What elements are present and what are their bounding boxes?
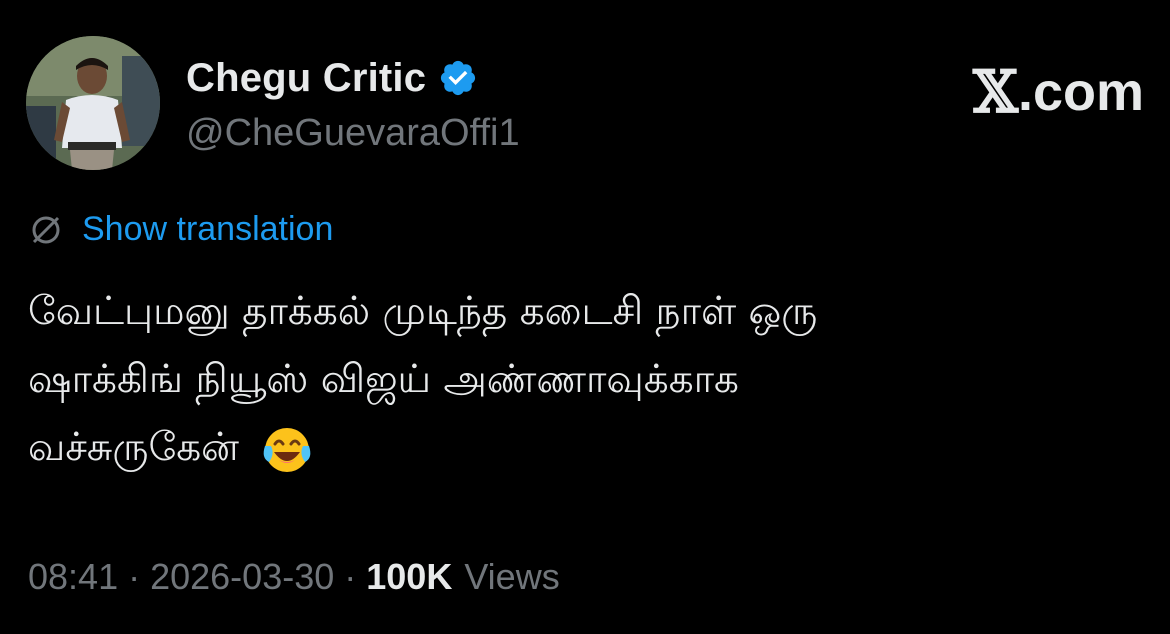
- verified-badge-icon: [441, 60, 476, 96]
- tweet-line: வச்சுருகேன்: [28, 425, 239, 470]
- show-translation[interactable]: Show translation: [28, 210, 333, 249]
- display-name-row: Chegu Critic: [186, 52, 520, 104]
- show-translation-link[interactable]: Show translation: [82, 210, 333, 249]
- brand-watermark: 𝕏 .com: [973, 58, 1144, 126]
- meta-separator: ·: [344, 556, 357, 597]
- brand-domain-label: .com: [1017, 62, 1144, 122]
- avatar[interactable]: [26, 36, 160, 170]
- x-logo-icon: 𝕏: [972, 58, 1018, 126]
- tweet-time[interactable]: 08:41: [28, 556, 118, 598]
- tweet-text: வேட்புமனு தாக்கல் முடிந்த கடைசி நாள் ஒரு…: [28, 278, 1128, 482]
- tweet-line: வேட்புமனு தாக்கல் முடிந்த கடைசி நாள் ஒரு: [28, 289, 818, 334]
- user-handle[interactable]: @CheGuevaraOffi1: [186, 112, 520, 155]
- views-label: Views: [464, 556, 560, 597]
- meta-separator: ·: [128, 556, 141, 597]
- avatar-photo: [26, 36, 160, 170]
- face-with-tears-of-joy-icon: [264, 427, 311, 472]
- tweet-line-last: வச்சுருகேன்: [28, 414, 1128, 482]
- tweet-header: Chegu Critic @CheGuevaraOffi1 𝕏 .com: [26, 36, 1144, 176]
- views-count: 100K: [366, 556, 453, 597]
- globe-icon: [32, 216, 60, 243]
- display-name[interactable]: Chegu Critic: [186, 56, 426, 101]
- tweet-meta: 08:41 · 2026-03-30 · 100K Views: [28, 556, 560, 598]
- author-names: Chegu Critic @CheGuevaraOffi1: [186, 52, 520, 155]
- tweet-line: ஷாக்கிங் நியூஸ் விஜய் அண்ணாவுக்காக: [28, 357, 739, 402]
- tweet-date[interactable]: 2026-03-30: [150, 556, 334, 598]
